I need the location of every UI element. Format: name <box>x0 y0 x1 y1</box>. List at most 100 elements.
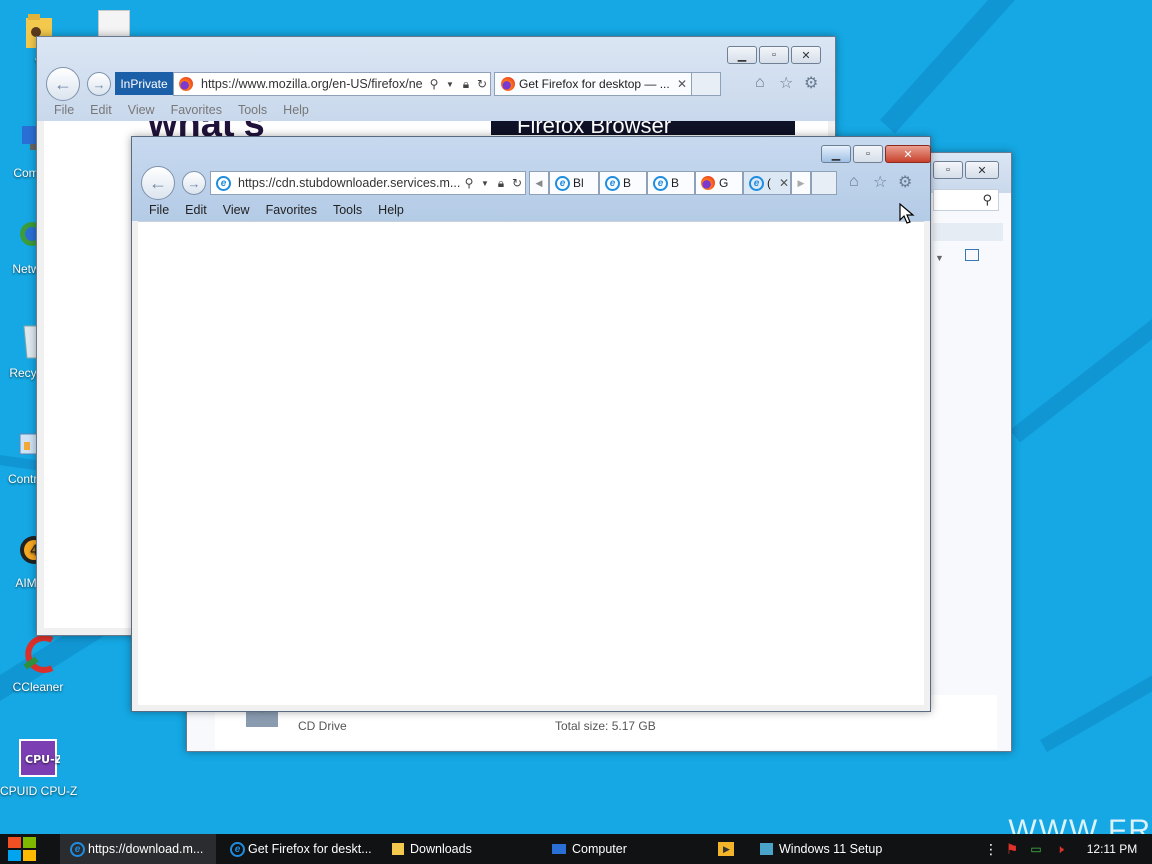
caption-buttons: ▁ ▫ ✕ <box>821 145 931 163</box>
taskbar-item-computer[interactable]: Computer <box>542 834 700 864</box>
document-icon[interactable] <box>98 10 130 38</box>
tab-2[interactable]: eB <box>599 171 647 195</box>
explorer-search-box[interactable]: ⚲ <box>933 189 999 211</box>
search-icon[interactable]: ⚲ <box>461 176 477 190</box>
taskbar-item-ie-download[interactable]: e https://download.m... <box>60 834 216 864</box>
maximize-button[interactable]: ▫ <box>759 46 789 64</box>
refresh-icon[interactable]: ↻ <box>509 176 525 190</box>
close-button[interactable]: ✕ <box>791 46 821 64</box>
minimize-button[interactable]: ▁ <box>821 145 851 163</box>
taskbar-item-label: Computer <box>572 842 627 856</box>
menu-tools[interactable]: Tools <box>230 103 275 117</box>
maximize-button[interactable]: ▫ <box>853 145 883 163</box>
banner-text: Firefox Browser <box>517 121 672 135</box>
network-status-icon[interactable]: ▭ <box>1024 842 1048 856</box>
taskbar-item-downloads[interactable]: Downloads <box>382 834 538 864</box>
tab-get-firefox[interactable]: Get Firefox for desktop — ... ✕ <box>494 72 692 96</box>
refresh-icon[interactable]: ↻ <box>474 77 490 91</box>
ie-window-active[interactable]: ▁ ▫ ✕ ← → e https://cdn.stubdownloader.s… <box>131 136 931 712</box>
taskbar-item-media-player[interactable]: ▶ <box>708 834 744 864</box>
system-tray: ⋮ ⚑ ▭ 🕨︎ 12:11 PM <box>982 834 1152 864</box>
back-button[interactable]: ← <box>141 166 175 200</box>
tab-1[interactable]: e Bl <box>549 171 599 195</box>
ie-icon: e <box>230 841 245 857</box>
tab-label: Get Firefox for desktop — ... <box>519 77 670 91</box>
ccleaner-icon <box>23 635 54 673</box>
menu-file[interactable]: File <box>141 203 177 217</box>
close-tab-icon[interactable]: ✕ <box>673 77 691 91</box>
cpuz-icon: CPU-Z <box>19 739 60 777</box>
tab-scroll-left-button[interactable]: ◀ <box>529 171 549 195</box>
search-icon[interactable]: ⚲ <box>426 77 442 91</box>
desktop-icon-cpuz[interactable]: CPU-Z CPUID CPU-Z <box>0 736 77 798</box>
menu-file[interactable]: File <box>46 103 82 117</box>
lock-icon[interactable]: 🔒︎ <box>458 77 474 92</box>
lock-icon[interactable]: 🔒︎ <box>493 176 509 191</box>
home-icon[interactable]: ⌂ <box>755 74 765 92</box>
home-icon[interactable]: ⌂ <box>849 173 859 191</box>
taskbar: e https://download.m... e Get Firefox for … <box>0 834 1152 864</box>
menu-tools[interactable]: Tools <box>325 203 370 217</box>
close-button[interactable]: ✕ <box>885 145 931 163</box>
taskbar-item-label: Get Firefox for deskt... <box>248 842 372 856</box>
address-bar[interactable]: e https://cdn.stubdownloader.services.m.… <box>210 171 526 195</box>
gear-icon[interactable]: ⚙ <box>804 73 818 93</box>
new-tab-button[interactable] <box>691 72 721 96</box>
minimize-button[interactable]: ▁ <box>727 46 757 64</box>
drive-label[interactable]: CD Drive <box>298 719 347 733</box>
gear-icon[interactable]: ⚙ <box>898 172 912 192</box>
firefox-icon <box>501 77 515 91</box>
address-bar[interactable]: https://www.mozilla.org/en-US/firefox/ne… <box>173 72 491 96</box>
tab-5-active[interactable]: e( ✕ <box>743 171 791 195</box>
forward-button[interactable]: → <box>87 72 111 96</box>
forward-button[interactable]: → <box>182 171 206 195</box>
background-beam <box>1010 269 1152 443</box>
action-center-flag-icon[interactable]: ⚑ <box>1000 841 1024 858</box>
close-button[interactable]: ✕ <box>965 161 999 179</box>
desktop-icon-ccleaner[interactable]: CCleaner <box>0 632 76 694</box>
menu-favorites[interactable]: Favorites <box>258 203 325 217</box>
start-button[interactable] <box>0 834 44 864</box>
menu-bar: File Edit View Favorites Tools Help <box>141 203 412 217</box>
dropdown-icon[interactable]: ▼ <box>477 179 493 188</box>
ie-page-icon: e <box>216 175 231 191</box>
tab-label: B <box>671 176 680 190</box>
menu-help[interactable]: Help <box>370 203 412 217</box>
tab-label: ( <box>767 176 771 190</box>
favorites-star-icon[interactable]: ☆ <box>779 73 793 93</box>
firefox-icon <box>179 77 193 91</box>
taskbar-item-ie-firefox[interactable]: e Get Firefox for deskt... <box>220 834 378 864</box>
explorer-toolbar <box>933 223 1003 241</box>
menu-edit[interactable]: Edit <box>177 203 215 217</box>
menu-view[interactable]: View <box>120 103 163 117</box>
taskbar-item-label: Downloads <box>410 842 472 856</box>
tab-3[interactable]: eB <box>647 171 695 195</box>
dropdown-icon[interactable]: ▼ <box>442 80 458 89</box>
firefox-icon <box>701 176 715 190</box>
address-url: https://www.mozilla.org/en-US/firefox/ne <box>201 77 423 91</box>
menu-favorites[interactable]: Favorites <box>163 103 230 117</box>
favorites-star-icon[interactable]: ☆ <box>873 172 887 192</box>
new-tab-button[interactable] <box>811 171 837 195</box>
background-beam <box>880 0 1152 134</box>
preview-pane-icon[interactable] <box>965 249 979 261</box>
volume-muted-icon[interactable]: 🕨︎ <box>1048 842 1072 857</box>
taskbar-item-windows-setup[interactable]: Windows 11 Setup <box>750 834 908 864</box>
menu-help[interactable]: Help <box>275 103 317 117</box>
view-dropdown-icon[interactable]: ▼ <box>935 253 944 263</box>
menu-edit[interactable]: Edit <box>82 103 120 117</box>
svg-text:CPU-Z: CPU-Z <box>25 753 60 766</box>
ie-icon: e <box>653 175 668 191</box>
clock[interactable]: 12:11 PM <box>1072 842 1152 856</box>
menu-view[interactable]: View <box>215 203 258 217</box>
setup-icon <box>760 843 773 855</box>
tab-label: B <box>623 176 632 190</box>
overflow-dots-icon[interactable]: ⋮ <box>982 841 1000 858</box>
close-tab-icon[interactable]: ✕ <box>779 176 789 190</box>
inprivate-badge: InPrivate <box>115 72 173 95</box>
tab-scroll-right-button[interactable]: ▶ <box>791 171 811 195</box>
tab-4[interactable]: G <box>695 171 743 195</box>
desktop-icon-label: CCleaner <box>12 680 64 694</box>
restore-button[interactable]: ▫ <box>933 161 963 179</box>
back-button[interactable]: ← <box>46 67 80 101</box>
